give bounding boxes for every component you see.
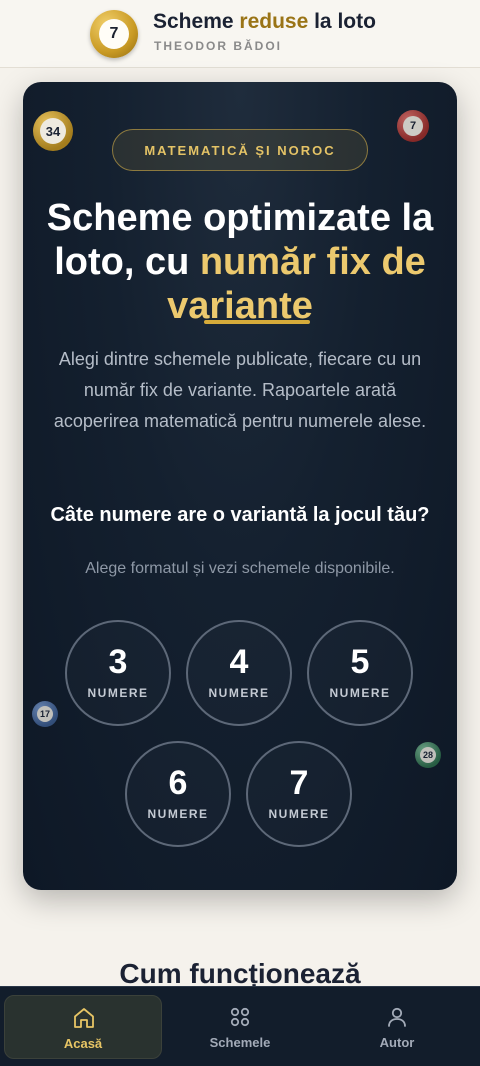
hero-title-highlight: număr fix de (199, 241, 426, 283)
option-label: NUMERE (147, 807, 209, 821)
decor-lottery-ball-icon: 7 (397, 110, 429, 142)
hero-title-line: Scheme optimizate la (46, 197, 434, 239)
hero-title: Scheme optimizate la loto, cu număr fix … (33, 196, 447, 328)
hero-badge: MATEMATICĂ ȘI NOROC (112, 129, 368, 171)
user-icon (388, 1007, 406, 1027)
option-label: NUMERE (268, 807, 330, 821)
brand-title[interactable]: Scheme reduse la loto (153, 10, 376, 34)
nav-home[interactable]: Acasă (4, 995, 162, 1059)
hero-description: Alegi dintre schemele publicate, fiecare… (53, 349, 427, 431)
option-number: 5 (350, 643, 370, 681)
option-label: NUMERE (87, 686, 149, 700)
decor-ball-number: 17 (37, 706, 53, 722)
option-label: NUMERE (329, 686, 391, 700)
grid-icon (230, 1007, 250, 1027)
decor-lottery-ball-icon: 34 (33, 111, 73, 151)
format-question-subtitle: Alege formatul și vezi schemele disponib… (85, 560, 395, 577)
format-option-4[interactable]: 4 NUMERE (186, 620, 292, 726)
format-question: Câte numere are o variantă la jocul tău? (50, 504, 430, 526)
format-option-5[interactable]: 5 NUMERE (307, 620, 413, 726)
title-underline (204, 320, 310, 324)
brand-title-accent: reduse (239, 10, 309, 33)
nav-home-label: Acasă (63, 1036, 103, 1051)
decor-ball-number: 34 (40, 118, 66, 144)
format-option-7[interactable]: 7 NUMERE (246, 741, 352, 847)
option-number: 3 (108, 643, 128, 681)
option-number: 7 (289, 764, 309, 802)
brand-title-part: Scheme (153, 10, 240, 33)
app-header: 7 Scheme reduse la loto THEODOR BĂDOI (0, 0, 480, 68)
option-number: 4 (229, 643, 249, 681)
hero-card: 34 7 17 28 MATEMATICĂ ȘI NOROC Scheme op… (23, 82, 457, 890)
format-option-6[interactable]: 6 NUMERE (125, 741, 231, 847)
decor-lottery-ball-icon: 17 (32, 701, 58, 727)
logo-ball-icon[interactable]: 7 (90, 10, 138, 58)
nav-schemes-label: Schemele (209, 1035, 271, 1050)
decor-lottery-ball-icon: 28 (415, 742, 441, 768)
option-number: 6 (168, 764, 188, 802)
brand-author: THEODOR BĂDOI (154, 39, 282, 53)
bottom-nav: Acasă Schemele Autor (0, 986, 480, 1066)
format-option-3[interactable]: 3 NUMERE (65, 620, 171, 726)
logo-number: 7 (99, 19, 129, 49)
hero-title-line: loto, cu (54, 241, 200, 283)
nav-author[interactable]: Autor (318, 995, 476, 1059)
brand-title-part: la loto (308, 10, 376, 33)
nav-author-label: Autor (379, 1035, 415, 1050)
option-label: NUMERE (208, 686, 270, 700)
decor-ball-number: 7 (403, 116, 423, 136)
home-icon (74, 1008, 94, 1028)
decor-ball-number: 28 (420, 747, 436, 763)
nav-schemes[interactable]: Schemele (161, 995, 319, 1059)
